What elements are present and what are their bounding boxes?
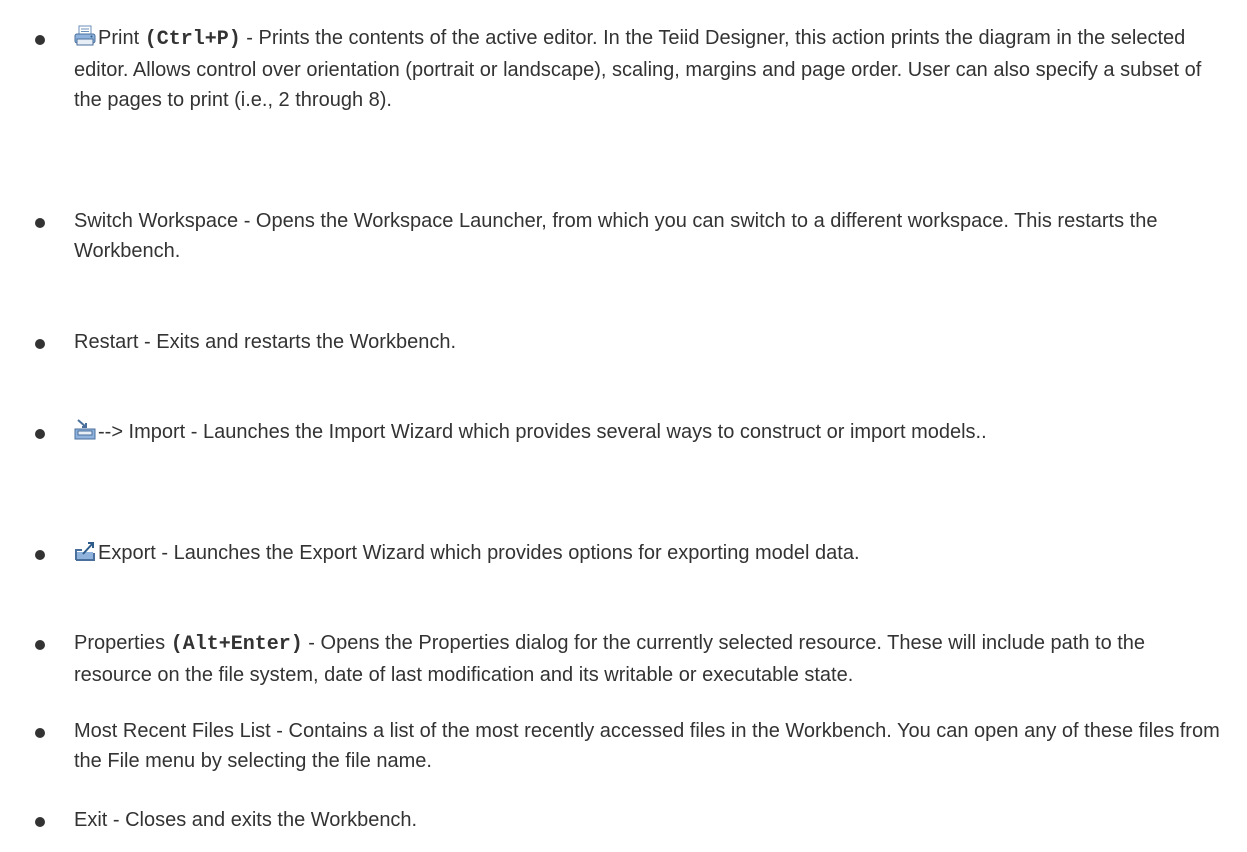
list-item-exit: Exit - Closes and exits the Workbench.: [35, 805, 1224, 835]
list-item-switch-workspace: Switch Workspace - Opens the Workspace L…: [35, 206, 1224, 266]
list-item-import: --> Import - Launches the Import Wizard …: [35, 417, 1224, 447]
print-description: - Prints the contents of the active edit…: [74, 27, 1202, 111]
properties-shortcut: (Alt+Enter): [170, 633, 303, 656]
properties-label: Properties: [74, 632, 166, 654]
import-text: --> Import - Launches the Import Wizard …: [98, 421, 987, 443]
list-item-export: Export - Launches the Export Wizard whic…: [35, 538, 1224, 568]
list-item-restart: Restart - Exits and restarts the Workben…: [35, 327, 1224, 357]
list-item-most-recent-files: Most Recent Files List - Contains a list…: [35, 716, 1224, 776]
print-label: Print: [98, 27, 140, 49]
printer-icon: [74, 25, 96, 47]
list-item-print: Print (Ctrl+P) - Prints the contents of …: [35, 23, 1224, 115]
list-item-properties: Properties (Alt+Enter) - Opens the Prope…: [35, 628, 1224, 690]
exit-text: Exit - Closes and exits the Workbench.: [74, 809, 418, 831]
restart-text: Restart - Exits and restarts the Workben…: [74, 331, 457, 353]
import-icon: [74, 419, 96, 441]
print-shortcut: (Ctrl+P): [144, 28, 241, 51]
export-icon: [74, 540, 96, 562]
most-recent-files-text: Most Recent Files List - Contains a list…: [74, 720, 1220, 772]
export-text: Export - Launches the Export Wizard whic…: [98, 542, 860, 564]
switch-workspace-text: Switch Workspace - Opens the Workspace L…: [74, 210, 1158, 262]
